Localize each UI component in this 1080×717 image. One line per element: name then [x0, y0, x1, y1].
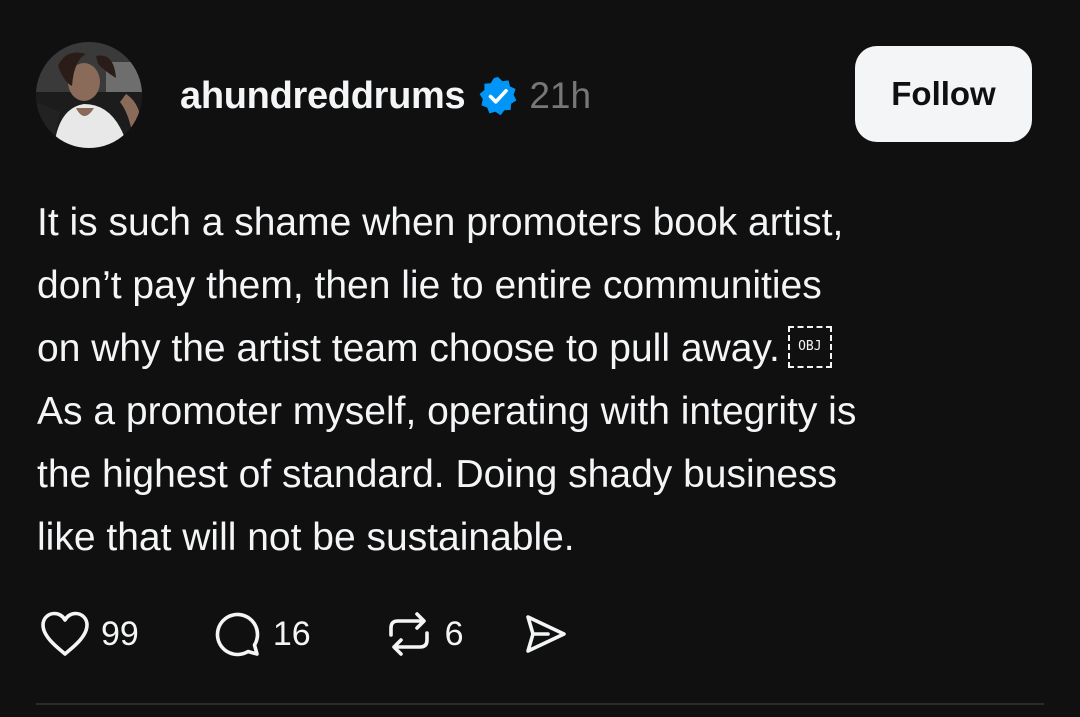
reply-button[interactable]: 16 — [209, 606, 311, 662]
heart-icon — [37, 606, 93, 662]
post-body-line: the highest of standard. Doing shady bus… — [37, 453, 838, 496]
like-button[interactable]: 99 — [37, 606, 139, 662]
post-body-line: don’t pay them, then lie to entire commu… — [37, 264, 822, 307]
share-button[interactable] — [516, 606, 572, 662]
post-timestamp: 21h — [529, 75, 592, 116]
like-count: 99 — [101, 614, 139, 653]
username[interactable]: ahundreddrums — [180, 75, 466, 118]
post-body-line: It is such a shame when promoters book a… — [37, 201, 844, 244]
post-body-line: like that will not be sustainable. — [37, 516, 575, 559]
post-body: It is such a shame when promoters book a… — [37, 191, 1047, 569]
object-placeholder-glyph: OBJ — [787, 325, 832, 368]
verified-badge-icon — [477, 75, 519, 117]
repost-button[interactable]: 6 — [381, 606, 464, 662]
comment-icon — [209, 606, 265, 662]
post: ahundreddrums 21h Follow It is such a sh… — [0, 0, 1080, 717]
repost-icon — [381, 606, 437, 662]
post-body-line: on why the artist team choose to pull aw… — [37, 317, 1047, 380]
divider — [36, 703, 1044, 705]
post-actions: 99 16 6 — [37, 606, 572, 662]
post-header: ahundreddrums 21h — [180, 70, 591, 122]
post-body-line-text: on why the artist team choose to pull aw… — [37, 327, 780, 370]
repost-count: 6 — [444, 614, 464, 653]
send-icon — [516, 606, 572, 662]
post-body-line: As a promoter myself, operating with int… — [37, 390, 857, 433]
avatar[interactable] — [36, 42, 142, 148]
reply-count: 16 — [272, 614, 311, 653]
avatar-image — [36, 42, 142, 148]
follow-button[interactable]: Follow — [855, 46, 1032, 142]
